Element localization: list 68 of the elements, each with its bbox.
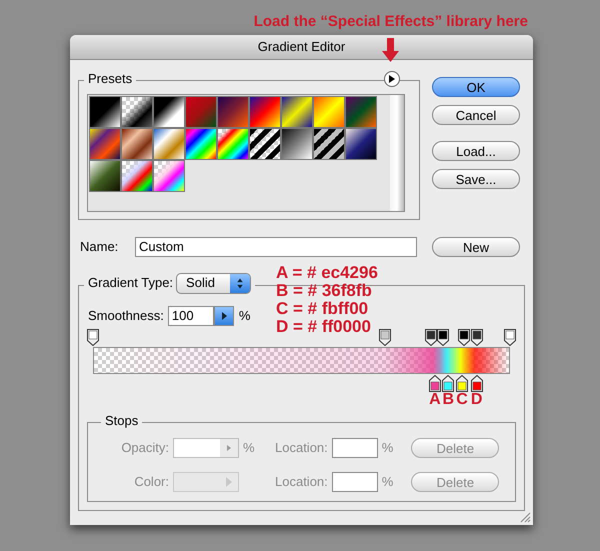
opacity-stop-icon[interactable] — [470, 328, 483, 346]
percent-label: % — [382, 472, 394, 491]
window-title: Gradient Editor — [258, 38, 346, 56]
stop-letter: A — [429, 392, 441, 408]
gradient-swatch[interactable] — [217, 128, 249, 160]
smoothness-label: Smoothness: — [88, 306, 164, 325]
location-label: Location: — [275, 472, 328, 491]
opacity-stop-icon[interactable] — [87, 328, 99, 346]
gradient-swatch[interactable] — [89, 96, 121, 128]
play-icon — [389, 74, 395, 83]
up-down-arrows-icon — [230, 274, 250, 293]
gradient-swatch[interactable] — [313, 128, 345, 160]
percent-label: % — [238, 306, 250, 325]
gradient-type-dropdown[interactable]: Solid — [176, 272, 252, 294]
color-stop-icon[interactable] — [456, 374, 468, 392]
gradient-swatch[interactable] — [249, 96, 281, 128]
gradient-swatch[interactable] — [249, 128, 281, 160]
gradient-swatch[interactable] — [153, 96, 185, 128]
library-menu-button[interactable] — [384, 70, 400, 87]
dialog-button[interactable]: Cancel — [432, 104, 520, 125]
dialog-button[interactable]: Load... — [432, 140, 520, 161]
color-stop-icon[interactable] — [470, 374, 483, 392]
opacity-stop-icon[interactable] — [378, 328, 391, 346]
stop-letter: C — [456, 392, 468, 408]
gradient-swatch[interactable] — [121, 128, 153, 160]
stop-letter: D — [470, 392, 482, 408]
gradient-swatch[interactable] — [153, 128, 185, 160]
gradient-swatch[interactable] — [217, 96, 249, 128]
percent-label: % — [243, 438, 256, 457]
annotation-title: Load the “Special Effects” library here — [254, 13, 528, 32]
color-stop-icon[interactable] — [428, 374, 441, 392]
location-label: Location: — [275, 438, 328, 457]
gradient-type-label: Gradient Type: — [88, 274, 174, 292]
color-note: C = # fbff00 — [276, 300, 370, 318]
color-note: B = # 36f8fb — [276, 282, 373, 300]
gradient-swatch[interactable] — [185, 96, 217, 128]
opacity-label: Opacity: — [120, 438, 169, 457]
percent-label: % — [382, 438, 394, 457]
color-note: A = # ec4296 — [276, 264, 378, 282]
default-button[interactable]: OK — [432, 76, 520, 97]
color-label: Color: — [133, 472, 169, 491]
name-field[interactable]: Custom — [135, 236, 417, 257]
color-note: D = # ff0000 — [276, 318, 372, 336]
gradient-swatch[interactable] — [281, 96, 313, 128]
scrollbar[interactable] — [390, 94, 404, 211]
gradient-swatch[interactable] — [281, 128, 313, 160]
gradient-swatch[interactable] — [121, 96, 153, 128]
stop-letter: B — [442, 392, 454, 408]
gradient-swatch[interactable] — [153, 160, 185, 192]
gradient-swatch[interactable] — [345, 128, 377, 160]
name-label: Name: — [80, 238, 120, 256]
gradient-swatch[interactable] — [345, 96, 377, 128]
gradient-swatch[interactable] — [89, 160, 121, 192]
opacity-stop-icon[interactable] — [437, 328, 450, 346]
gradient-swatch[interactable] — [89, 128, 121, 160]
new-button[interactable]: New — [432, 236, 520, 257]
down-arrow-icon — [382, 38, 399, 62]
gradient-swatch[interactable] — [185, 128, 217, 160]
group-label: Stops — [101, 412, 142, 429]
gradient-swatch[interactable] — [313, 96, 345, 128]
opacity-stop-icon[interactable] — [424, 328, 437, 346]
opacity-stop-icon[interactable] — [458, 328, 470, 346]
opacity-stop-icon[interactable] — [504, 328, 516, 346]
smoothness-field[interactable]: 100 — [168, 306, 214, 326]
gradient-swatch[interactable] — [121, 160, 153, 192]
dialog-button[interactable]: Save... — [432, 168, 520, 189]
resize-grip-icon[interactable] — [519, 511, 531, 523]
color-stop-icon[interactable] — [442, 374, 454, 392]
